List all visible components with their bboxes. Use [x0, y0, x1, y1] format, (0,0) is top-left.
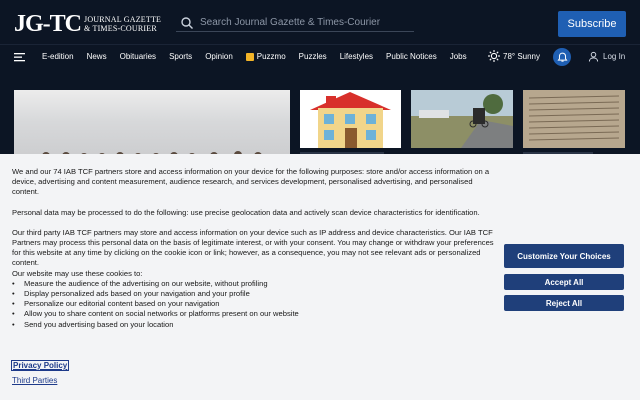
search-icon: [181, 16, 193, 29]
search-bar[interactable]: [176, 14, 414, 32]
nav-item-e-edition[interactable]: E-edition: [42, 52, 74, 61]
nav-item-obituaries[interactable]: Obituaries: [120, 52, 156, 61]
login-label: Log In: [603, 52, 626, 61]
site-logo[interactable]: JG-TC Journal Gazette & Times-Courier: [14, 12, 161, 36]
list-item: Personalize our editorial content based …: [12, 299, 496, 309]
top-header: JG-TC Journal Gazette & Times-Courier Su…: [0, 0, 640, 44]
logo-line-2: & Times-Courier: [84, 24, 157, 33]
nav-item-puzzles[interactable]: Puzzles: [299, 52, 327, 61]
nav-item-public-notices[interactable]: Public Notices: [386, 52, 437, 61]
thumbnail-house[interactable]: [300, 90, 401, 148]
weather-text: 78° Sunny: [503, 51, 541, 61]
nav-item-opinion[interactable]: Opinion: [205, 52, 233, 61]
consent-paragraph: Our third party IAB TCF partners may sto…: [12, 227, 494, 268]
consent-paragraph: Personal data may be processed to do the…: [12, 207, 480, 217]
nav-item-puzzmo-label: Puzzmo: [256, 52, 286, 61]
list-item: Display personalized ads based on your n…: [12, 289, 496, 299]
cookie-consent-banner: We and our 74 IAB TCF partners store and…: [0, 154, 640, 400]
user-icon: [588, 51, 599, 62]
weather-widget[interactable]: 78° Sunny: [488, 50, 540, 62]
puzzmo-icon: [245, 52, 254, 61]
logo-line-1: Journal Gazette: [84, 15, 162, 24]
login-link[interactable]: Log In: [588, 51, 625, 62]
nav-item-news[interactable]: News: [87, 52, 107, 61]
bell-icon: [556, 52, 568, 62]
nav-item-puzzmo[interactable]: Puzzmo: [245, 52, 286, 61]
nav-item-jobs[interactable]: Jobs: [450, 52, 467, 61]
nav-item-lifestyles[interactable]: Lifestyles: [340, 52, 373, 61]
list-item: Allow you to share content on social net…: [12, 309, 496, 319]
logo-mark: JG-TC: [14, 11, 82, 37]
logo-wordmark: Journal Gazette & Times-Courier: [84, 15, 161, 33]
sun-icon: [488, 50, 500, 62]
privacy-policy-link[interactable]: Privacy Policy: [10, 360, 70, 371]
notifications-button[interactable]: [553, 48, 571, 66]
third-parties-link[interactable]: Third Parties: [12, 376, 57, 385]
accept-all-button[interactable]: Accept All: [504, 274, 624, 290]
search-input[interactable]: [200, 17, 400, 28]
reject-all-button[interactable]: Reject All: [504, 295, 624, 311]
customize-choices-button[interactable]: Customize Your Choices: [504, 244, 624, 268]
list-item: Measure the audience of the advertising …: [12, 279, 496, 289]
subscribe-button[interactable]: Subscribe: [558, 11, 626, 37]
menu-icon[interactable]: [14, 51, 26, 63]
thumbnail-newspaper[interactable]: [523, 90, 625, 148]
content-area: [0, 68, 640, 170]
nav-links: E-edition News Obituaries Sports Opinion…: [42, 52, 480, 61]
main-nav: E-edition News Obituaries Sports Opinion…: [0, 44, 640, 68]
consent-text: We and our 74 IAB TCF partners store and…: [12, 167, 496, 330]
consent-paragraph: We and our 74 IAB TCF partners store and…: [12, 167, 490, 197]
cookies-intro: Our website may use these cookies to:: [12, 268, 143, 278]
thumbnail-horse-buggy[interactable]: [411, 90, 513, 148]
cookie-uses-list: Measure the audience of the advertising …: [12, 279, 496, 330]
list-item: Send you advertising based on your locat…: [12, 320, 496, 330]
nav-item-sports[interactable]: Sports: [169, 52, 192, 61]
